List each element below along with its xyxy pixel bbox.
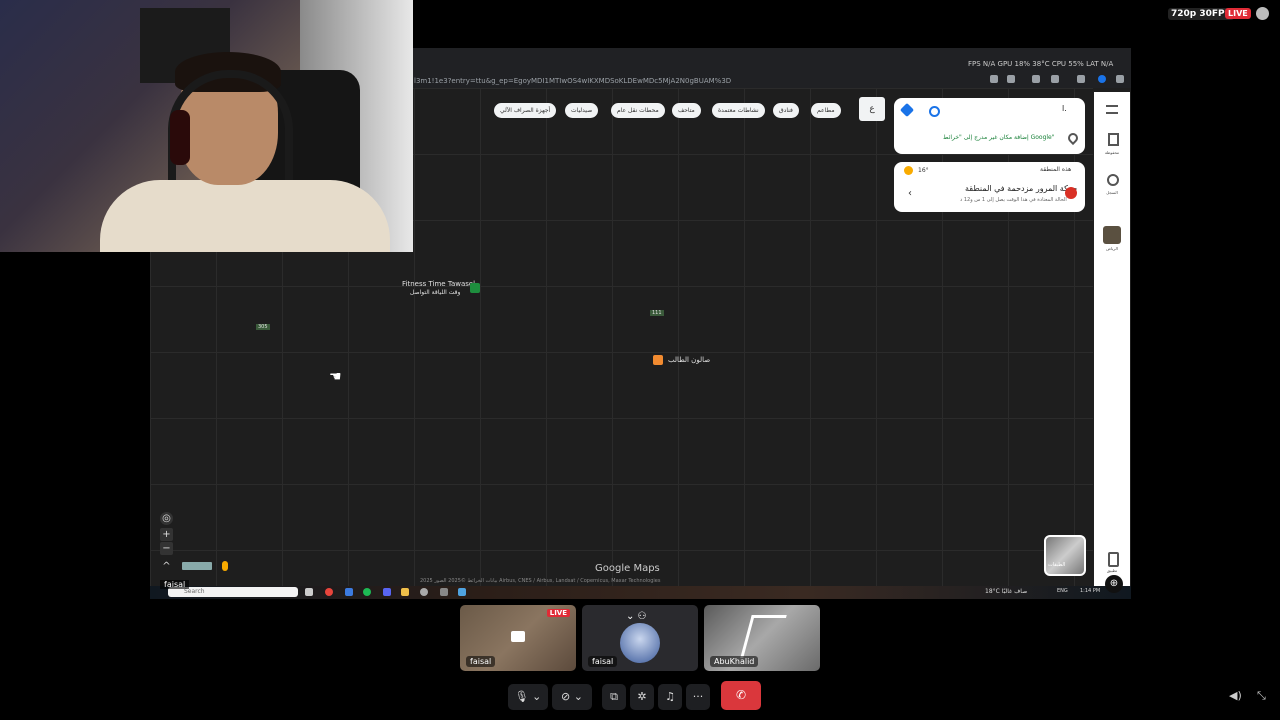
chip-transit[interactable]: محطات نقل عام [611, 103, 665, 118]
system-stats: FPS N/A GPU 18% 38°C CPU 55% LAT N/A [968, 60, 1114, 68]
place-label[interactable]: صالون الطالب [668, 356, 710, 364]
rail-label-riyadh: الرياض [1106, 246, 1118, 251]
chrome-icon[interactable] [325, 588, 333, 596]
search-input[interactable]: ا. [1062, 104, 1067, 113]
participant-tile[interactable]: ⌄ ⚇ faisal [582, 605, 698, 671]
chip-restaurants[interactable]: مطاعم [811, 103, 841, 118]
zoom-in-button[interactable]: + [160, 528, 173, 541]
recent-place-thumbnail[interactable] [1103, 226, 1121, 244]
extensions-icon[interactable] [1051, 75, 1059, 83]
live-badge: LIVE [1225, 8, 1251, 19]
chip-hotels[interactable]: فنادق [773, 103, 799, 118]
maps-side-rail [1094, 92, 1130, 594]
chip-activities[interactable]: نشاطات معتمدة [712, 103, 765, 118]
rail-label-history: السجل [1106, 190, 1118, 195]
folder-icon[interactable] [401, 588, 409, 596]
volume-icon[interactable]: ◀) [1229, 689, 1242, 702]
live-badge: LIVE [546, 609, 570, 617]
screen-share-button[interactable]: ⧉ [602, 684, 626, 710]
participant-name: faisal [588, 656, 618, 667]
screen-sharer-label: faisal [160, 580, 190, 589]
layers-button[interactable] [1044, 535, 1086, 576]
sidebar-icon[interactable] [1077, 75, 1085, 83]
sun-icon [904, 166, 913, 175]
discord-icon[interactable] [383, 588, 391, 596]
more-chips-button[interactable]: ع [859, 97, 885, 121]
end-call-button[interactable]: ✆ [721, 681, 761, 710]
shield-app-icon[interactable] [345, 588, 353, 596]
traffic-icon [1065, 187, 1077, 199]
chip-museums[interactable]: متاحف [672, 103, 701, 118]
traffic-subtext: الحالة المعتادة في هذا الوقت يصل إلى 1 س… [960, 197, 1067, 203]
camera-off-button[interactable]: ⊘ ⌄ [552, 684, 592, 710]
activities-button[interactable]: ✲ [630, 684, 654, 710]
google-maps-logo: Google Maps [595, 563, 660, 574]
bookmark-star-icon[interactable] [1007, 75, 1015, 83]
layers-label: الطبقات [1048, 562, 1066, 568]
microphone-button[interactable]: 🎙 ⌄ [508, 684, 548, 710]
chevron-left-icon[interactable]: ‹ [908, 188, 912, 199]
phone-icon[interactable] [1108, 552, 1119, 567]
expand-up-icon[interactable]: ^ [160, 560, 173, 573]
gym-poi-icon[interactable] [470, 283, 480, 293]
chat-icon[interactable] [1256, 7, 1269, 20]
map-thumbnails[interactable] [182, 562, 212, 570]
webcam-feed [0, 0, 413, 252]
road-shield: 111 [650, 310, 664, 316]
area-title: هذه المنطقة [1040, 166, 1072, 173]
chevron-down-icon[interactable]: ⌄ ⚇ [626, 611, 647, 622]
fullscreen-icon[interactable]: ⤡ [1257, 689, 1266, 703]
headset-earcup [170, 110, 190, 165]
pegman-icon[interactable] [222, 561, 228, 571]
traffic-headline: حركة المرور مزدحمة في المنطقة [965, 184, 1078, 193]
chip-pharmacies[interactable]: صيدليات [565, 103, 599, 118]
pointer-cursor-icon: ☚ [329, 369, 342, 385]
zoom-icon[interactable]: ⊕ [1105, 575, 1123, 593]
app-icon[interactable] [420, 588, 428, 596]
hamburger-icon[interactable] [1106, 105, 1118, 114]
rail-label-app: تطبيق [1106, 568, 1118, 573]
history-icon[interactable] [1107, 174, 1119, 186]
more-options-button[interactable]: ··· [686, 684, 710, 710]
deer-avatar [740, 615, 787, 658]
tray-weather[interactable]: 18°C صاف غالبًا [985, 588, 1027, 595]
soundboard-button[interactable]: ♫ [658, 684, 682, 710]
participant-name: faisal [466, 656, 496, 667]
cast-icon[interactable] [990, 75, 998, 83]
app-icon[interactable] [458, 588, 466, 596]
app-icon[interactable] [440, 588, 448, 596]
shop-poi-icon[interactable] [653, 355, 663, 365]
zoom-out-button[interactable]: − [160, 542, 173, 555]
rail-label-saved: محفوظة [1104, 150, 1120, 155]
menu-kebab-icon[interactable] [1116, 75, 1124, 83]
bookmark-icon[interactable] [1108, 133, 1119, 146]
shield-icon[interactable] [1032, 75, 1040, 83]
chip-atms[interactable]: أجهزة الصراف الآلي [494, 103, 557, 118]
weather-temp: 16° [918, 167, 929, 174]
tray-clock[interactable]: 1:14 PM [1080, 588, 1100, 594]
my-location-icon[interactable]: ◎ [160, 512, 173, 525]
tray-language[interactable]: ENG [1057, 588, 1068, 594]
search-panel [894, 98, 1085, 154]
profile-icon[interactable] [1098, 75, 1106, 83]
participant-name: AbuKhalid [710, 656, 759, 667]
address-bar[interactable]: l3m1!1e3?entry=ttu&g_ep=EgoyMDI1MTIwOS4w… [414, 77, 731, 85]
place-label-arabic: وقت اللياقة التواصل [410, 289, 461, 296]
place-label[interactable]: Fitness Time Tawasol [402, 280, 475, 288]
webcam-person-body [100, 180, 390, 252]
avatar [620, 623, 660, 663]
participant-tile[interactable]: LIVE faisal [460, 605, 576, 671]
task-view-icon[interactable] [305, 588, 313, 596]
screen-share-icon [511, 631, 525, 642]
spotify-icon[interactable] [363, 588, 371, 596]
participant-tile[interactable]: AbuKhalid [704, 605, 820, 671]
search-icon[interactable] [929, 106, 940, 117]
road-shield: 305 [256, 324, 270, 330]
map-attribution: 2025 بيانات الخرائط ©2025 الصور Airbus, … [420, 578, 661, 584]
add-missing-place-link[interactable]: إضافة مكان غير مدرج إلى "خرائط Google" [943, 134, 1055, 141]
